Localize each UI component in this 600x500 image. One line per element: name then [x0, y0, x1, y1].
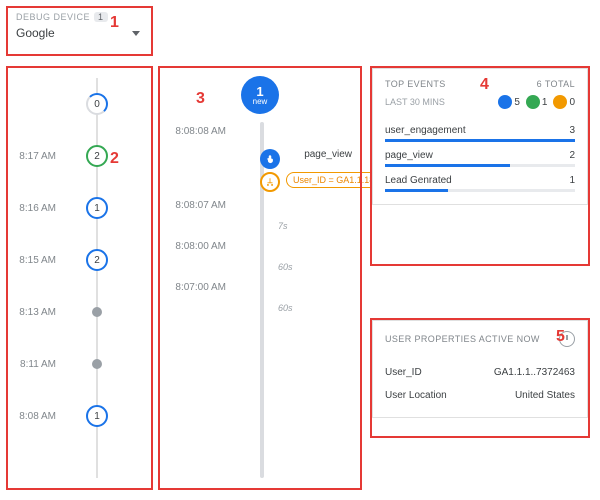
minute-row[interactable]: 8:16 AM 1: [8, 182, 148, 234]
chip-dot-icon: [553, 95, 567, 109]
minute-row[interactable]: 8:17 AM 2: [8, 130, 148, 182]
device-selected-value: Google: [16, 26, 55, 40]
seconds-stream: 1 new 8:08:08 AM page_view User_ID = GA1.1…: [160, 68, 360, 488]
event-type-chip[interactable]: 5: [498, 95, 520, 109]
top-event-bar-fill: [385, 189, 448, 192]
stream-param-row[interactable]: User_ID = GA1.1.18134: [168, 166, 352, 194]
stream-time-label: 8:07:00 AM: [168, 282, 234, 293]
top-events-list: user_engagement 3 page_view 2 Lead Genrated 1: [385, 119, 575, 194]
minute-node[interactable]: 2: [86, 249, 108, 271]
chip-dot-icon: [498, 95, 512, 109]
chip-count: 5: [514, 97, 520, 108]
top-event-name: page_view: [385, 150, 433, 161]
event-type-chip[interactable]: 1: [526, 95, 548, 109]
top-event-bar-fill: [385, 139, 575, 142]
stream-time-label: 8:08:08 AM: [168, 126, 234, 137]
user-prop-value: United States: [515, 390, 575, 401]
minute-time-label: 8:16 AM: [8, 203, 64, 214]
debug-device-count: 1: [94, 12, 108, 22]
debug-device-label-text: DEBUG DEVICE: [16, 12, 90, 22]
stream-time-label: 8:08:00 AM: [168, 241, 234, 252]
top-event-item[interactable]: page_view 2: [385, 144, 575, 169]
top-event-count: 1: [569, 175, 575, 186]
minute-row[interactable]: 8:11 AM: [8, 338, 148, 390]
chevron-down-icon: [132, 31, 140, 36]
minute-dot: [92, 359, 102, 369]
top-event-count: 2: [569, 150, 575, 161]
history-icon[interactable]: [559, 331, 575, 347]
top-event-name: Lead Genrated: [385, 175, 452, 186]
stream-head-node[interactable]: 1 new: [241, 76, 279, 114]
chip-dot-icon: [526, 95, 540, 109]
stream-time-row: 8:08:07 AM: [168, 194, 352, 217]
top-events-title: TOP EVENTS: [385, 79, 446, 89]
minute-row[interactable]: 8:13 AM: [8, 286, 148, 338]
minute-node[interactable]: 1: [86, 405, 108, 427]
minute-time-label: 8:15 AM: [8, 255, 64, 266]
minute-time-label: 8:17 AM: [8, 151, 64, 162]
top-events-total: 6 TOTAL: [537, 79, 575, 89]
stream-gap-label: 60s: [278, 299, 352, 317]
top-event-item[interactable]: Lead Genrated 1: [385, 169, 575, 194]
minute-timeline-current[interactable]: 0: [8, 78, 148, 130]
stream-gap-label: 60s: [278, 258, 352, 276]
debug-device-panel: DEBUG DEVICE 1 Google: [8, 8, 148, 54]
user-prop-row: User_ID GA1.1.1..7372463: [385, 361, 575, 384]
minute-row[interactable]: 8:15 AM 2: [8, 234, 148, 286]
minute-row[interactable]: 8:08 AM 1: [8, 390, 148, 442]
stream-gap-label: 7s: [278, 217, 352, 235]
user-prop-key: User_ID: [385, 367, 422, 378]
device-selector[interactable]: Google: [16, 26, 140, 40]
minute-time-label: 8:13 AM: [8, 307, 64, 318]
user-prop-value: GA1.1.1..7372463: [494, 367, 575, 378]
stream-time-label: 8:08:07 AM: [168, 200, 234, 211]
minute-node-current[interactable]: 0: [86, 93, 108, 115]
stream-time-row: 8:08:00 AM: [168, 235, 352, 258]
event-type-chip[interactable]: 0: [553, 95, 575, 109]
top-event-bar: [385, 189, 575, 192]
minute-time-label: 8:11 AM: [8, 359, 64, 370]
stream-time-row: 8:07:00 AM: [168, 276, 352, 299]
stream-head-label: new: [253, 98, 268, 106]
top-event-count: 3: [569, 125, 575, 136]
user-prop-row: User Location United States: [385, 384, 575, 407]
top-events-subtitle: LAST 30 MINS: [385, 97, 445, 107]
stream-event-row[interactable]: page_view: [168, 143, 352, 166]
event-type-chips: 5 1 0: [498, 95, 575, 109]
minute-node[interactable]: 1: [86, 197, 108, 219]
stream-head-count: 1: [256, 85, 263, 98]
hierarchy-icon: [260, 172, 280, 192]
minute-timeline: 0 8:17 AM 2 8:16 AM 1 8:15 AM 2 8:13 AM 8:11 AM…: [8, 68, 148, 488]
top-event-name: user_engagement: [385, 125, 466, 136]
stream-event-label: page_view: [304, 149, 352, 160]
top-events-panel: TOP EVENTS 6 TOTAL LAST 30 MINS 5 1 0 user…: [372, 68, 588, 205]
user-properties-title: USER PROPERTIES ACTIVE NOW: [385, 334, 540, 344]
chip-count: 0: [569, 97, 575, 108]
stream-time-row: 8:08:08 AM: [168, 120, 352, 143]
top-event-bar: [385, 139, 575, 142]
top-event-item[interactable]: user_engagement 3: [385, 119, 575, 144]
debug-device-label: DEBUG DEVICE 1: [16, 12, 140, 22]
user-properties-panel: USER PROPERTIES ACTIVE NOW User_ID GA1.1.…: [372, 320, 588, 418]
top-event-bar: [385, 164, 575, 167]
minute-dot: [92, 307, 102, 317]
user-prop-key: User Location: [385, 390, 447, 401]
minute-node[interactable]: 2: [86, 145, 108, 167]
minute-time-label: 8:08 AM: [8, 411, 64, 422]
top-event-bar-fill: [385, 164, 510, 167]
chip-count: 1: [542, 97, 548, 108]
